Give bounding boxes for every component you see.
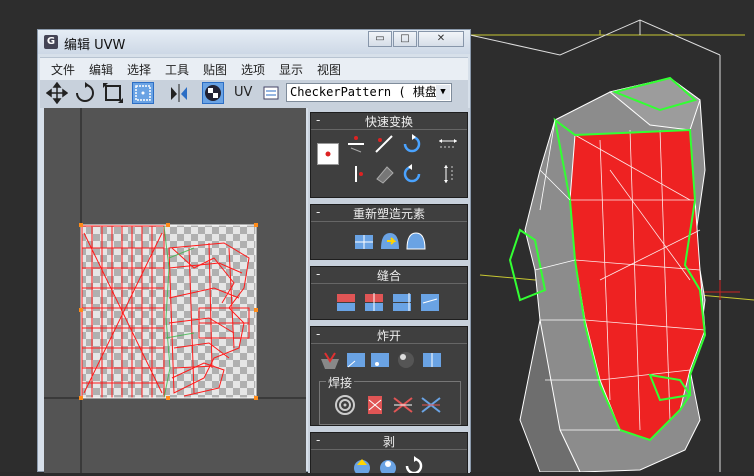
weld-target-icon[interactable]	[334, 394, 356, 416]
rollout-header[interactable]: - 剥	[311, 433, 467, 450]
menu-bar: 文件 编辑 选择 工具 贴图 选项 显示 视图	[40, 57, 468, 80]
space-horizontal-icon[interactable]	[437, 133, 459, 155]
flatten-by-smoothing-icon[interactable]	[369, 349, 391, 371]
peel-rollout: - 剥	[310, 432, 468, 473]
uv-toggle[interactable]: UV	[232, 82, 256, 104]
rollout-header[interactable]: - 快速变换	[311, 113, 467, 130]
mirror-icon[interactable]	[168, 82, 190, 104]
rollout-header[interactable]: - 缝合	[311, 267, 467, 284]
align-vertical-icon[interactable]	[345, 163, 367, 185]
align-diagonal-icon[interactable]	[373, 133, 395, 155]
set-pivot-icon[interactable]	[317, 143, 339, 165]
edit-uvw-window: G 编辑 UVW ▭ □ ✕ 文件 编辑 选择 工具 贴图 选项 显示 视图 U…	[37, 29, 471, 473]
weld-all-selected-icon[interactable]	[392, 394, 414, 416]
menu-file[interactable]: 文件	[51, 61, 75, 78]
weld-group: 焊接	[319, 374, 461, 425]
menu-display[interactable]: 显示	[279, 61, 303, 78]
menu-edit[interactable]: 编辑	[89, 61, 113, 78]
rollout-header[interactable]: - 炸开	[311, 327, 467, 344]
chevron-down-icon[interactable]: ▼	[436, 85, 450, 100]
menu-view[interactable]: 视图	[317, 61, 341, 78]
stitch-to-target-icon[interactable]	[335, 291, 357, 313]
weld-selected-icon[interactable]	[364, 394, 386, 416]
stitch-custom-icon[interactable]	[419, 291, 441, 313]
menu-select[interactable]: 选择	[127, 61, 151, 78]
stitch-average-icon[interactable]	[363, 291, 385, 313]
tool-panel: - 快速变换 - 重新塑造元素 - 缝合 - 炸开 焊接 - 剥	[308, 108, 470, 473]
stitch-to-source-icon[interactable]	[391, 291, 413, 313]
app-icon: G	[44, 35, 58, 49]
space-vertical-icon[interactable]	[437, 163, 459, 185]
minimize-button[interactable]: ▭	[368, 31, 392, 47]
uv-layout	[44, 108, 306, 473]
break-icon[interactable]	[319, 349, 341, 371]
quick-transform-rollout: - 快速变换	[310, 112, 468, 198]
window-title: 编辑 UVW	[64, 38, 126, 53]
relax-by-angle-icon[interactable]	[405, 229, 427, 251]
straighten-icon[interactable]	[373, 163, 395, 185]
rotate-icon[interactable]	[74, 82, 96, 104]
stitch-rollout: - 缝合	[310, 266, 468, 320]
menu-options[interactable]: 选项	[241, 61, 265, 78]
relax-icon[interactable]	[379, 229, 401, 251]
straighten-selection-icon[interactable]	[353, 229, 375, 251]
checker-map-icon[interactable]	[202, 82, 224, 104]
reset-peel-icon[interactable]	[403, 455, 425, 473]
title-bar[interactable]: G 编辑 UVW ▭ □ ✕	[38, 30, 470, 54]
weld-edge-icon[interactable]	[420, 394, 442, 416]
flatten-by-material-icon[interactable]	[395, 349, 417, 371]
menu-tools[interactable]: 工具	[165, 61, 189, 78]
peel-mode-icon[interactable]	[377, 455, 399, 473]
quick-peel-icon[interactable]	[351, 455, 373, 473]
weld-label: 焊接	[326, 374, 355, 391]
align-horizontal-icon[interactable]	[345, 133, 367, 155]
menu-map[interactable]: 贴图	[203, 61, 227, 78]
list-icon[interactable]	[260, 82, 282, 104]
reshape-elements-rollout: - 重新塑造元素	[310, 204, 468, 260]
flatten-by-polygon-angle-icon[interactable]	[345, 349, 367, 371]
maximize-button[interactable]: □	[393, 31, 417, 47]
rollout-header[interactable]: - 重新塑造元素	[311, 205, 467, 222]
move-icon[interactable]	[45, 81, 69, 105]
close-button[interactable]: ✕	[418, 31, 464, 47]
toolbar: UV CheckerPattern ( 棋盘格 ) ▼	[40, 80, 468, 108]
scale-icon[interactable]	[102, 82, 124, 104]
uv-editor-canvas[interactable]	[44, 108, 306, 473]
flatten-icon[interactable]	[421, 349, 443, 371]
rotate-ccw-icon[interactable]	[401, 163, 423, 185]
explode-rollout: - 炸开 焊接	[310, 326, 468, 426]
texture-map-dropdown[interactable]: CheckerPattern ( 棋盘格 ) ▼	[286, 83, 452, 102]
rotate-cw-icon[interactable]	[401, 133, 423, 155]
freeform-icon[interactable]	[132, 82, 154, 104]
